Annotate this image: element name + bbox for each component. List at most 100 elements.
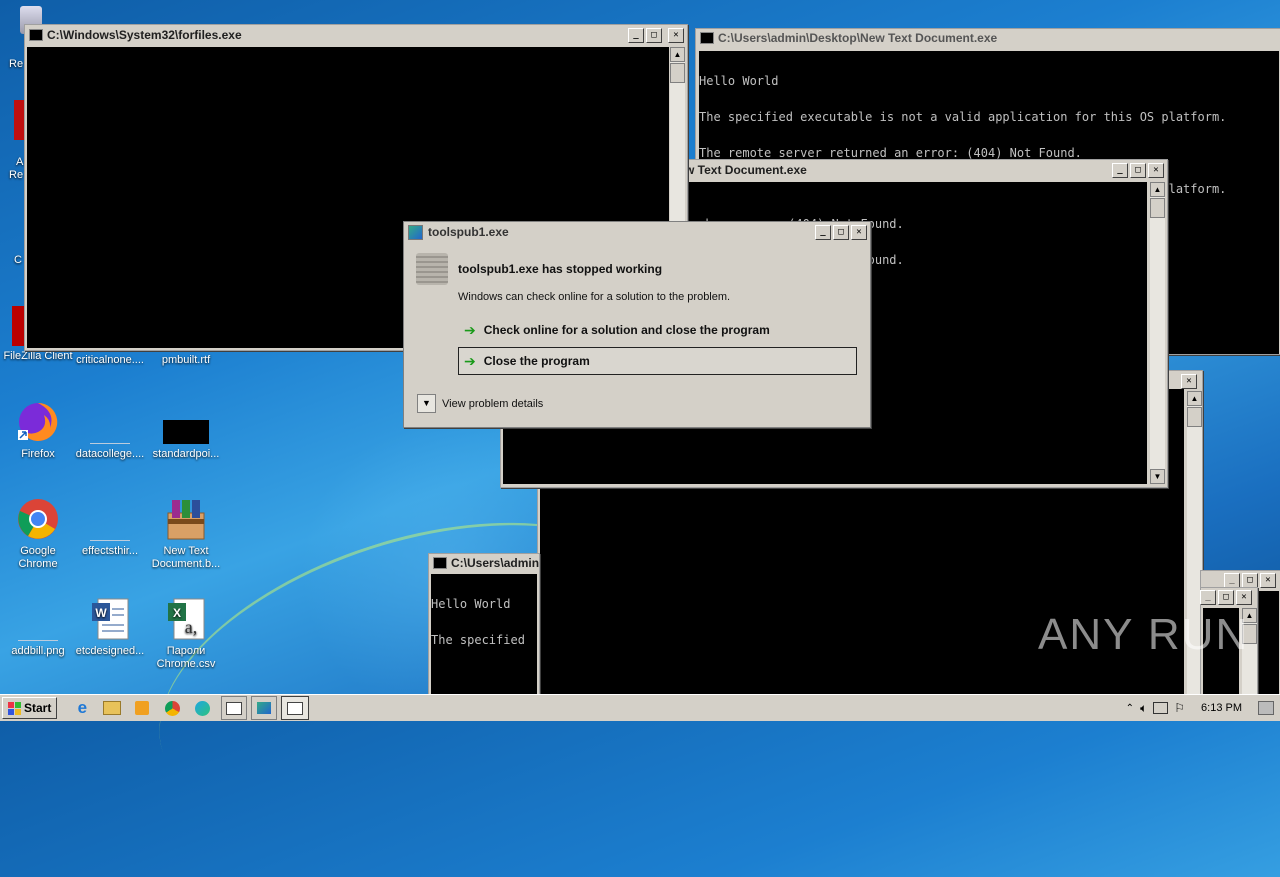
action-center-flag-icon[interactable]: ⚐	[1174, 701, 1185, 715]
check-online-option[interactable]: ➔ Check online for a solution and close …	[459, 318, 857, 342]
scroll-up-icon[interactable]: ▲	[670, 47, 685, 62]
maximize-icon[interactable]: □	[1130, 162, 1146, 178]
vertical-scrollbar[interactable]: ▲ ▼	[1150, 182, 1165, 484]
desktop-icon-label: pmbuilt.rtf	[161, 354, 211, 366]
minimize-icon[interactable]: _	[815, 224, 831, 240]
tray-expand-icon[interactable]: ⌃	[1126, 703, 1134, 714]
chrome-icon	[18, 499, 58, 539]
view-details-label: View problem details	[442, 397, 544, 410]
word-document-icon: W	[92, 598, 129, 640]
dialog-heading: toolspub1.exe has stopped working	[458, 262, 663, 276]
taskbar-edge-icon[interactable]	[191, 697, 213, 719]
scroll-down-icon[interactable]: ▼	[1150, 469, 1165, 484]
green-arrow-icon: ➔	[464, 321, 476, 338]
taskbar-chrome-icon[interactable]	[161, 697, 183, 719]
taskbar-media-player-icon[interactable]	[131, 697, 153, 719]
network-icon[interactable]	[1153, 702, 1169, 714]
close-icon[interactable]: ✕	[1181, 374, 1197, 389]
desktop-icon-label: Google Chrome	[18, 545, 58, 570]
minimize-icon[interactable]: _	[1200, 590, 1216, 605]
desktop-icon-paroli[interactable]: X a, Пароли Chrome.csv	[148, 597, 224, 671]
partial-label: Re	[9, 58, 24, 70]
desktop-icon-label: effectsthir...	[81, 545, 139, 557]
console-line: Hello World	[699, 74, 779, 88]
close-icon[interactable]: ✕	[1236, 590, 1252, 605]
taskbar-explorer-icon[interactable]	[101, 697, 123, 719]
desktop-icon-effectsthir[interactable]: effectsthir...	[72, 497, 148, 558]
minimize-icon[interactable]: _	[1224, 573, 1240, 588]
window-titlebar[interactable]: C:\Users\admin	[429, 554, 539, 572]
view-details-toggle[interactable]: ▼ View problem details	[417, 394, 543, 413]
window-title: C:\Windows\System32\forfiles.exe	[47, 28, 242, 42]
chevron-down-icon: ▼	[417, 394, 436, 413]
svg-text:X: X	[173, 606, 181, 620]
close-icon[interactable]: ✕	[1260, 573, 1276, 588]
windows-logo-icon	[8, 701, 21, 715]
svg-text:W: W	[95, 606, 107, 620]
console-app-icon	[433, 557, 447, 569]
show-desktop-icon[interactable]	[1258, 701, 1274, 715]
desktop-icon-label: datacollege....	[75, 448, 145, 460]
desktop-icon-datacollege[interactable]: datacollege....	[72, 400, 148, 461]
desktop-icon-newtextdoc[interactable]: New Text Document.b...	[148, 497, 224, 571]
close-icon[interactable]: ✕	[668, 27, 684, 43]
clock[interactable]: 6:13 PM	[1201, 702, 1242, 714]
start-button[interactable]: Start	[2, 697, 58, 719]
scroll-thumb[interactable]	[1187, 407, 1202, 427]
scroll-thumb[interactable]	[670, 63, 685, 83]
scroll-up-icon[interactable]: ▲	[1150, 182, 1165, 197]
taskbar-ie-icon[interactable]: e	[71, 697, 93, 719]
dialog-titlebar[interactable]: toolspub1.exe _ □ ✕	[404, 222, 870, 242]
close-icon[interactable]: ✕	[851, 224, 867, 240]
winrar-icon	[167, 500, 205, 540]
image-file-icon	[18, 600, 58, 641]
minimize-icon[interactable]: _	[1112, 162, 1128, 178]
taskbar-console-icon[interactable]	[221, 696, 248, 720]
scroll-thumb[interactable]	[1150, 198, 1165, 218]
console-app-icon	[700, 32, 714, 44]
program-icon	[416, 253, 448, 285]
partial-label: Re	[9, 169, 24, 181]
file-icon	[90, 400, 130, 444]
window-titlebar[interactable]: C:\Windows\System32\forfiles.exe _ □ ✕	[25, 25, 687, 45]
minimize-icon[interactable]: _	[628, 27, 644, 43]
svg-text:a,: a,	[185, 617, 198, 637]
console-window-small[interactable]: C:\Users\admin Hello World The specified	[428, 553, 540, 696]
partial-label: A	[16, 156, 24, 168]
desktop-icon-label: New Text Document.b...	[151, 545, 221, 570]
desktop-icon-chrome[interactable]: Google Chrome	[0, 497, 76, 571]
green-arrow-icon: ➔	[464, 352, 476, 369]
console-line: The specified executable is not a valid …	[699, 110, 1227, 124]
console-app-icon	[29, 29, 43, 41]
taskbar: Start e ⌃ 🔈︎ ⚐ 6:13 PM	[0, 694, 1280, 721]
desktop-icon-label: etcdesigned...	[75, 645, 145, 657]
desktop-icon-addbill[interactable]: addbill.png	[0, 600, 76, 658]
check-online-label: Check online for a solution and close th…	[483, 323, 770, 337]
desktop-icon-label: Firefox	[21, 448, 55, 460]
firefox-icon	[18, 402, 58, 441]
maximize-icon[interactable]: □	[833, 224, 849, 240]
volume-icon[interactable]: 🔈︎	[1140, 701, 1147, 716]
close-icon[interactable]: ✕	[1148, 162, 1164, 178]
desktop-icon-label: criticalnone....	[76, 354, 144, 366]
close-program-option[interactable]: ➔ Close the program	[458, 347, 857, 375]
window-titlebar[interactable]: C:\Users\admin\Desktop\New Text Document…	[696, 29, 1280, 47]
console-line: The remote server returned an error: (40…	[699, 146, 1082, 160]
start-label: Start	[24, 701, 52, 715]
maximize-icon[interactable]: □	[1218, 590, 1234, 605]
error-dialog[interactable]: toolspub1.exe _ □ ✕ toolspub1.exe has st…	[403, 221, 871, 428]
console-line: The specified	[431, 633, 525, 647]
desktop-icon-standardpoi[interactable]: standardpoi...	[148, 400, 224, 461]
window-title: C:\Users\admin	[451, 556, 539, 570]
taskbar-toolspub-icon[interactable]	[251, 696, 278, 720]
dialog-title: toolspub1.exe	[428, 225, 509, 239]
desktop-icon-firefox[interactable]: Firefox	[0, 400, 76, 461]
taskbar-console-icon-active[interactable]	[281, 696, 310, 720]
desktop-icon-label: standardpoi...	[152, 448, 220, 460]
scroll-up-icon[interactable]: ▲	[1187, 391, 1202, 406]
desktop-icon-etcdesigned[interactable]: W etcdesigned...	[72, 597, 148, 658]
maximize-icon[interactable]: □	[646, 27, 662, 43]
maximize-icon[interactable]: □	[1242, 573, 1258, 588]
dialog-subtext: Windows can check online for a solution …	[458, 291, 731, 303]
acrobat-icon	[14, 100, 24, 140]
